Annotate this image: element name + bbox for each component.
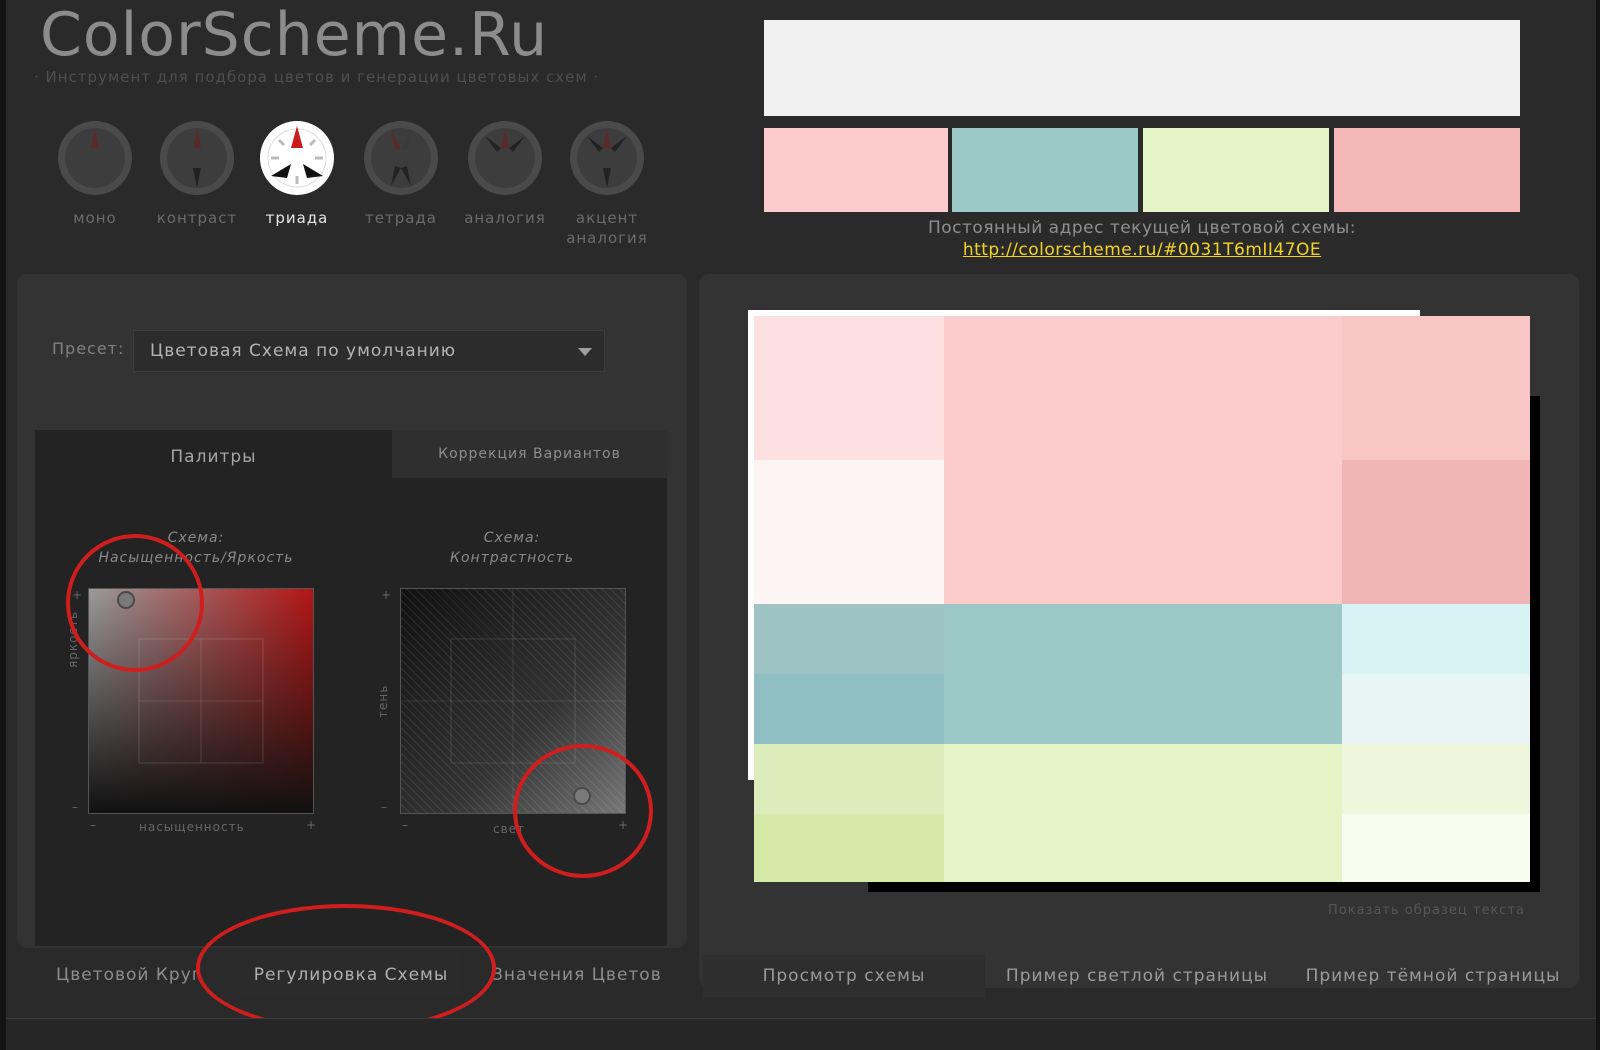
preview-pink-main: [944, 316, 1342, 604]
annotation-circle-tab: [196, 904, 496, 1032]
preview-teal-main: [944, 604, 1342, 744]
tab-variant-correction[interactable]: Коррекция Вариантов: [392, 430, 667, 478]
preview-lime-d: [1342, 814, 1530, 882]
show-sample-text-link[interactable]: Показать образец текста: [1328, 903, 1525, 918]
tab-color-wheel[interactable]: Цветовой Круг: [56, 953, 201, 997]
analogy-wheel-icon: [467, 120, 543, 196]
tetrad-wheel-icon: [363, 120, 439, 196]
mode-analogy[interactable]: аналогия: [450, 120, 560, 228]
preview-teal-b: [754, 674, 944, 744]
tab-palettes[interactable]: Палитры: [35, 430, 392, 478]
swatch-2[interactable]: [952, 128, 1138, 212]
contrast-graph-title: Схема: Контрастность: [450, 530, 574, 566]
preview-lime-c: [1342, 744, 1530, 814]
main-color-swatch[interactable]: [764, 20, 1520, 116]
app-logo[interactable]: ColorScheme.Ru: [40, 0, 548, 70]
swatch-4[interactable]: [1334, 128, 1520, 212]
preview-lime-b: [754, 814, 944, 882]
contrast-wheel-icon: [159, 120, 235, 196]
preview-pink-a: [754, 316, 944, 460]
preview-pink-b: [754, 460, 944, 604]
preview-lime-a: [754, 744, 944, 814]
tab-dark-page-example[interactable]: Пример тёмной страницы: [1288, 955, 1578, 997]
preset-label: Пресет:: [52, 339, 125, 358]
mode-accent-analogy[interactable]: акцент аналогия: [552, 120, 662, 248]
accent-analogy-wheel-icon: [569, 120, 645, 196]
preview-lime-main: [944, 744, 1342, 882]
swatch-3[interactable]: [1143, 128, 1329, 212]
tab-color-values[interactable]: Значения Цветов: [492, 953, 662, 997]
mono-wheel-icon: [57, 120, 133, 196]
footer-bar: [6, 1018, 1596, 1050]
permalink-url[interactable]: http://colorscheme.ru/#0031T6mII47OE: [760, 240, 1524, 260]
tab-light-page-example[interactable]: Пример светлой страницы: [992, 955, 1282, 997]
preview-teal-d: [1342, 674, 1530, 744]
permalink-label: Постоянный адрес текущей цветовой схемы:: [927, 218, 1357, 238]
mode-contrast[interactable]: контраст: [142, 120, 252, 228]
preview-pink-d: [1342, 460, 1530, 604]
preset-value: Цветовая Схема по умолчанию: [150, 341, 457, 361]
preview-teal-c: [1342, 604, 1530, 674]
annotation-circle-contrast: [513, 744, 653, 878]
app-tagline: · Инструмент для подбора цветов и генера…: [34, 68, 600, 86]
saturation-axis-label: насыщенность: [139, 820, 245, 834]
mode-mono[interactable]: моно: [40, 120, 150, 228]
shadow-axis-label: тень: [376, 684, 390, 718]
preview-teal-a: [754, 604, 944, 674]
swatch-1[interactable]: [764, 128, 948, 212]
mode-tetrad[interactable]: тетрада: [346, 120, 456, 228]
mode-triad[interactable]: триада: [242, 120, 352, 228]
annotation-circle-saturation: [66, 534, 204, 672]
preset-select[interactable]: Цветовая Схема по умолчанию: [133, 330, 605, 372]
chevron-down-icon: [578, 348, 592, 356]
tab-scheme-preview[interactable]: Просмотр схемы: [703, 955, 985, 997]
preview-pink-c: [1342, 316, 1530, 460]
triad-wheel-icon: [259, 120, 335, 196]
